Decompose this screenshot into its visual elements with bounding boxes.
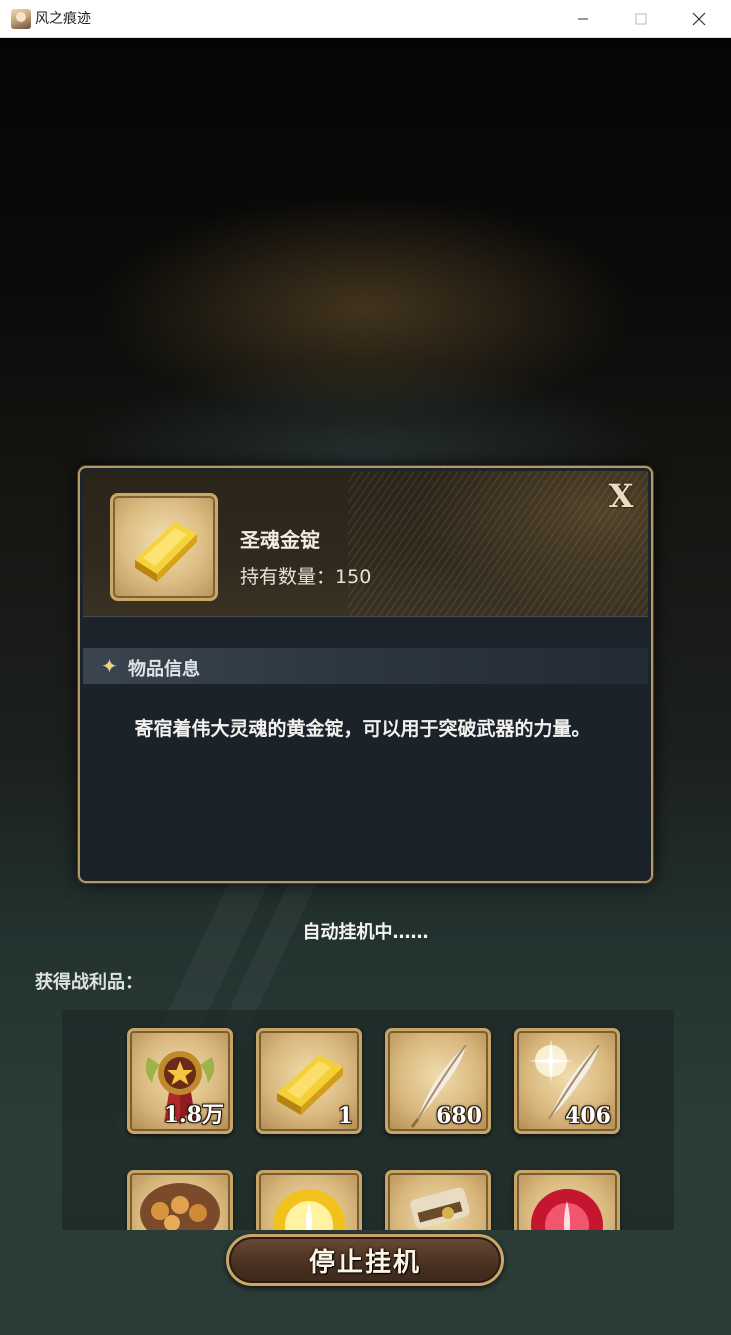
item-count-value: 150: [335, 566, 372, 588]
sparkle-icon: ✦: [101, 654, 118, 678]
minimize-button[interactable]: [554, 0, 612, 38]
yellow-orb-icon: [273, 1189, 345, 1230]
item-count: 持有数量：150: [240, 562, 371, 589]
window-title: 风之痕迹: [35, 11, 91, 27]
window-close-button[interactable]: [670, 0, 728, 38]
loot-item[interactable]: [256, 1170, 362, 1230]
maximize-button[interactable]: [612, 0, 670, 38]
item-count-label: 持有数量：: [240, 566, 336, 588]
loot-item[interactable]: 406: [514, 1028, 620, 1134]
gold-ingot-icon: [135, 522, 197, 582]
item-info-section-header: ✦ 物品信息: [83, 648, 648, 684]
dialog-close-button[interactable]: X: [602, 477, 640, 515]
loot-label: 获得战利品：: [35, 972, 143, 993]
minimize-icon: [578, 18, 588, 20]
loot-item[interactable]: [127, 1170, 233, 1230]
close-icon: X: [608, 477, 634, 515]
loot-count: 1: [337, 1103, 353, 1129]
loot-item[interactable]: 1: [256, 1028, 362, 1134]
loot-panel[interactable]: 1.8万 1 680 406: [62, 1010, 674, 1230]
loot-count: 680: [436, 1103, 482, 1129]
item-name: 圣魂金锭: [240, 528, 320, 552]
dialog-header: X 圣魂金锭 持有数量：150: [83, 471, 648, 617]
loot-item[interactable]: [385, 1170, 491, 1230]
stop-auto-label: 停止挂机: [308, 1247, 421, 1278]
scroll-bundle-icon: [410, 1187, 470, 1229]
auto-status-text: 自动挂机中……: [302, 922, 429, 943]
section-title: 物品信息: [128, 659, 200, 680]
game-area[interactable]: X 圣魂金锭 持有数量：150 ✦ 物品信息 寄宿着伟大灵魂的黄金锭，可以用于突…: [0, 38, 731, 1335]
item-info-dialog: X 圣魂金锭 持有数量：150 ✦ 物品信息 寄宿着伟大灵魂的黄金锭，可以用于突…: [78, 466, 653, 883]
red-orb-icon: [531, 1189, 603, 1230]
loot-count: 406: [565, 1103, 611, 1129]
app-icon: [11, 9, 31, 29]
item-description: 寄宿着伟大灵魂的黄金锭，可以用于突破武器的力量。: [134, 718, 591, 740]
cookie-pouch-icon: [140, 1183, 220, 1230]
window-titlebar: 风之痕迹: [0, 0, 731, 38]
loot-item[interactable]: [514, 1170, 620, 1230]
stop-auto-button[interactable]: 停止挂机: [226, 1234, 504, 1286]
maximize-icon: [635, 13, 647, 25]
close-icon: [692, 12, 706, 26]
loot-item[interactable]: 680: [385, 1028, 491, 1134]
loot-count: 1.8万: [163, 1102, 224, 1128]
loot-item[interactable]: 1.8万: [127, 1028, 233, 1134]
item-icon-frame: [110, 493, 218, 601]
